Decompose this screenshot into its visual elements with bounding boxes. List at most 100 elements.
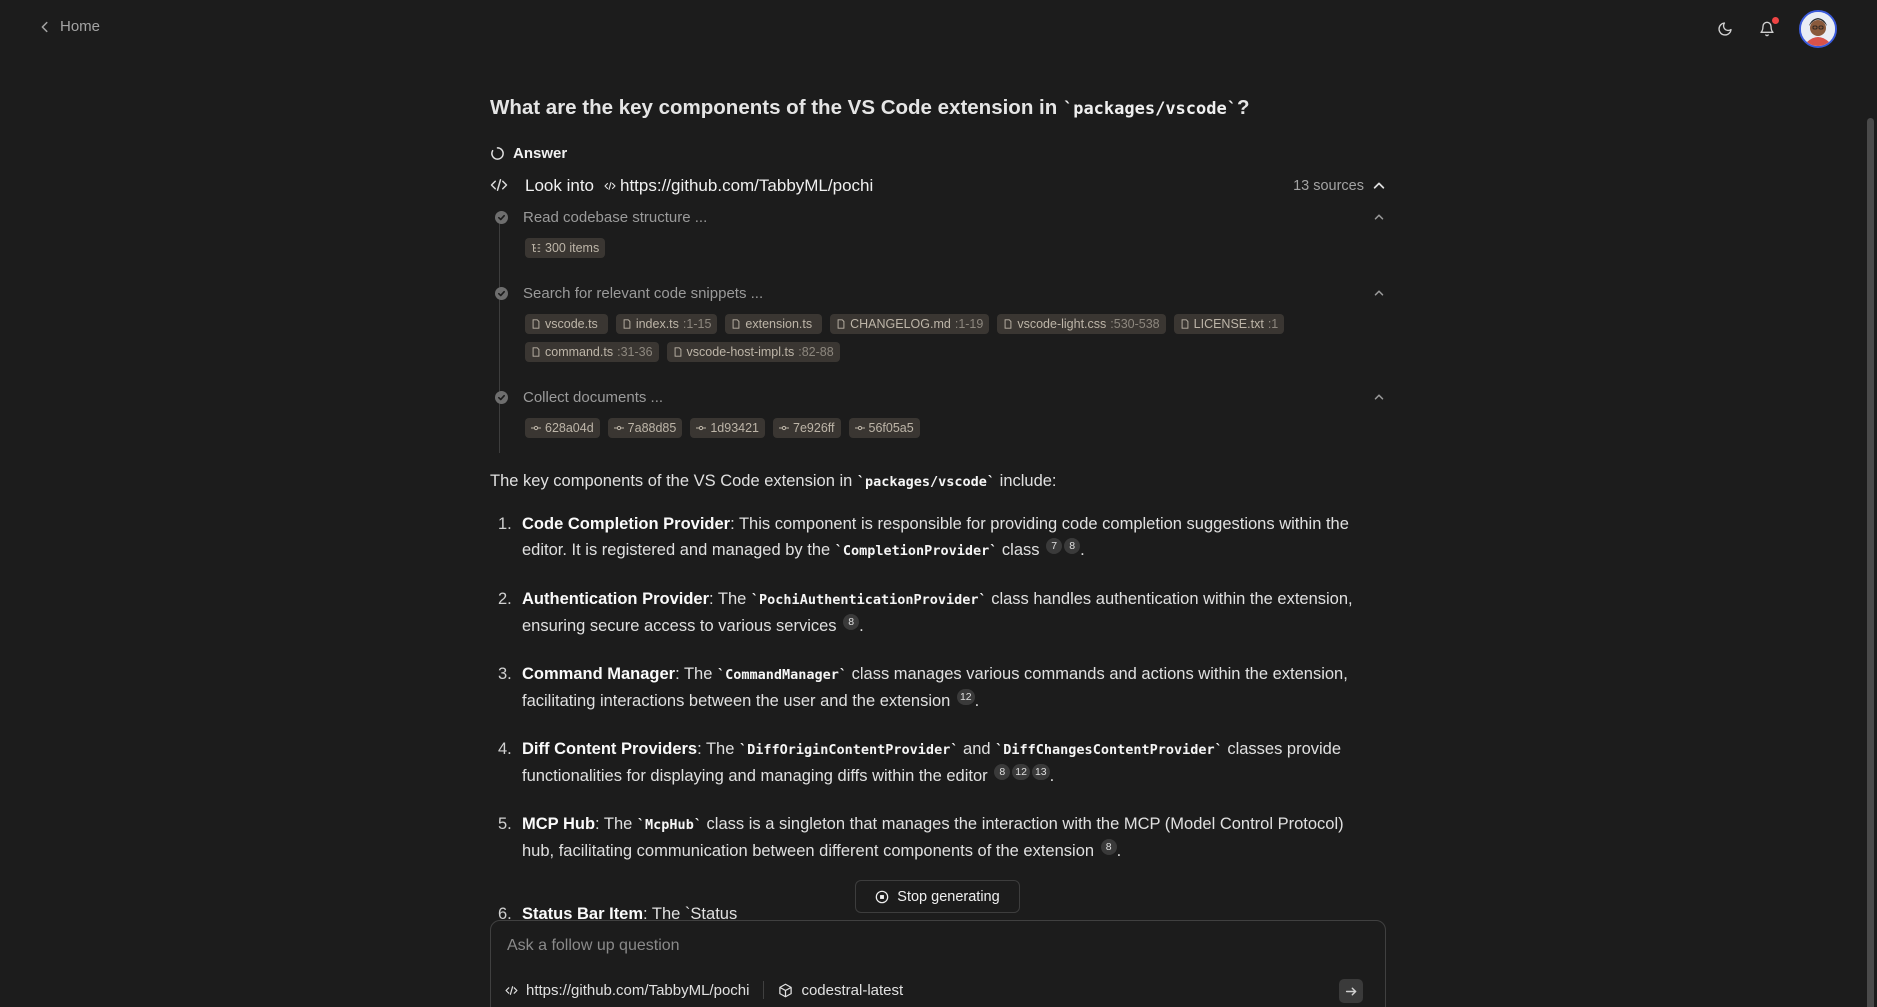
- commit-chip[interactable]: 7a88d85: [607, 418, 683, 438]
- step-search-snippets: Search for relevant code snippets ... vs…: [495, 282, 1386, 362]
- notifications-button[interactable]: [1757, 17, 1779, 39]
- answer-header: Answer: [490, 145, 1386, 162]
- file-chip[interactable]: vscode.ts: [525, 314, 608, 334]
- repo-context-label: https://github.com/TabbyML/pochi: [526, 981, 750, 999]
- top-bar: Home: [0, 0, 1877, 56]
- repo-context-selector[interactable]: https://github.com/TabbyML/pochi: [505, 982, 749, 999]
- commit-chip[interactable]: 1d93421: [690, 418, 766, 438]
- git-commit-icon: [696, 425, 707, 431]
- repo-link[interactable]: https://github.com/TabbyML/pochi: [604, 176, 873, 196]
- chevron-up-icon[interactable]: [1372, 390, 1386, 404]
- citation-badge[interactable]: 12: [1012, 764, 1030, 780]
- git-commit-icon: [779, 425, 790, 431]
- file-icon: [1181, 319, 1189, 329]
- look-into-row: Look into https://github.com/TabbyML/poc…: [490, 174, 1386, 198]
- main-content: What are the key components of the VS Co…: [490, 90, 1386, 886]
- file-chip[interactable]: command.ts:31-36: [525, 342, 659, 362]
- step-title: Search for relevant code snippets ...: [523, 284, 764, 302]
- check-icon: [495, 391, 508, 404]
- file-icon: [1004, 319, 1012, 329]
- citation-badge[interactable]: 8: [1100, 839, 1117, 855]
- chevron-up-icon[interactable]: [1372, 210, 1386, 224]
- code-icon: [490, 178, 510, 195]
- page-scrollbar[interactable]: [1863, 56, 1877, 1007]
- sources-toggle[interactable]: 13 sources: [1293, 178, 1386, 194]
- commit-chip[interactable]: 56f05a5: [848, 418, 920, 438]
- items-chip[interactable]: 300 items: [525, 238, 606, 258]
- send-button[interactable]: [1339, 979, 1363, 1003]
- steps-timeline: [499, 218, 500, 453]
- answer-label: Answer: [513, 145, 568, 162]
- list-item: 2. Authentication Provider: The `PochiAu…: [498, 590, 1353, 635]
- list-item: 3. Command Manager: The `CommandManager`…: [498, 665, 1348, 710]
- question-code: `packages/vscode`: [1062, 99, 1237, 119]
- list-item: 1. Code Completion Provider: This compon…: [498, 515, 1349, 559]
- research-steps: Read codebase structure ... 300 items Se…: [490, 206, 1386, 453]
- code-icon: [604, 181, 616, 191]
- file-chip[interactable]: extension.ts: [725, 314, 823, 334]
- citation-badge[interactable]: 8: [994, 764, 1011, 780]
- step-read-codebase: Read codebase structure ... 300 items: [495, 206, 1386, 258]
- file-chip[interactable]: LICENSE.txt:1: [1173, 314, 1285, 334]
- citation-badge[interactable]: 12: [956, 689, 975, 705]
- git-commit-icon: [531, 425, 541, 431]
- step-collect-documents: Collect documents ... 628a04d 7a88d85 1d…: [495, 386, 1386, 438]
- item-title: Command Manager: [522, 665, 676, 683]
- arrow-right-icon: [1345, 987, 1356, 995]
- list-tree-icon: [531, 244, 541, 252]
- stop-circle-icon: [875, 890, 889, 903]
- chevron-up-icon[interactable]: [1372, 286, 1386, 300]
- step-title: Read codebase structure ...: [523, 208, 708, 226]
- citation-badge[interactable]: 8: [843, 614, 860, 630]
- user-avatar[interactable]: [1799, 10, 1837, 48]
- file-icon: [623, 319, 631, 329]
- chevron-up-icon: [1373, 182, 1385, 189]
- item-title: Code Completion Provider: [522, 515, 731, 533]
- home-link[interactable]: Home: [38, 18, 100, 35]
- commit-chip[interactable]: 628a04d: [525, 418, 600, 438]
- notification-badge: [1772, 17, 1779, 24]
- file-chip[interactable]: CHANGELOG.md:1-19: [830, 314, 990, 334]
- sources-count: 13 sources: [1293, 178, 1364, 194]
- chevron-left-icon: [41, 21, 48, 32]
- citation-badge[interactable]: 7: [1046, 538, 1063, 554]
- list-item: 4. Diff Content Providers: The `DiffOrig…: [498, 740, 1342, 785]
- avatar-illustration-icon: [1801, 12, 1835, 46]
- commit-chip[interactable]: 7e926ff: [773, 418, 841, 438]
- followup-input[interactable]: [507, 937, 1367, 955]
- item-title: Authentication Provider: [522, 590, 710, 608]
- theme-toggle-button[interactable]: [1715, 19, 1735, 39]
- scrollbar-thumb[interactable]: [1867, 118, 1874, 1007]
- git-commit-icon: [613, 425, 624, 431]
- item-title: Status Bar Item: [522, 906, 644, 920]
- home-label: Home: [60, 18, 101, 35]
- model-label: codestral-latest: [801, 981, 904, 999]
- file-icon: [733, 319, 740, 329]
- file-chip[interactable]: index.ts:1-15: [615, 314, 718, 334]
- check-icon: [495, 211, 508, 224]
- box-icon: [779, 983, 793, 997]
- citation-badge[interactable]: 8: [1064, 538, 1081, 554]
- file-icon: [532, 347, 540, 357]
- check-icon: [495, 287, 508, 300]
- moon-icon: [1718, 22, 1732, 36]
- item-title: MCP Hub: [522, 815, 596, 833]
- stop-generating-label: Stop generating: [897, 888, 1000, 905]
- git-commit-icon: [854, 425, 865, 431]
- file-icon: [674, 347, 681, 357]
- model-selector[interactable]: codestral-latest: [778, 982, 903, 999]
- followup-box: https://github.com/TabbyML/pochi codestr…: [490, 920, 1386, 1007]
- loading-spinner-icon: [491, 147, 504, 160]
- citation-badge[interactable]: 13: [1031, 764, 1050, 780]
- answer-intro: The key components of the VS Code extens…: [490, 472, 1057, 490]
- file-chip[interactable]: vscode-host-impl.ts:82-88: [666, 342, 840, 362]
- file-chip[interactable]: vscode-light.css:530-538: [997, 314, 1166, 334]
- file-icon: [837, 319, 845, 329]
- repo-url: https://github.com/TabbyML/pochi: [620, 176, 874, 195]
- stop-generating-button[interactable]: Stop generating: [855, 880, 1020, 913]
- divider: [763, 981, 765, 999]
- step-title: Collect documents ...: [523, 388, 664, 406]
- question-title: What are the key components of the VS Co…: [490, 96, 1250, 119]
- list-item: 5. MCP Hub: The `McpHub` class is a sing…: [498, 815, 1344, 860]
- look-into-label: Look into: [525, 176, 594, 195]
